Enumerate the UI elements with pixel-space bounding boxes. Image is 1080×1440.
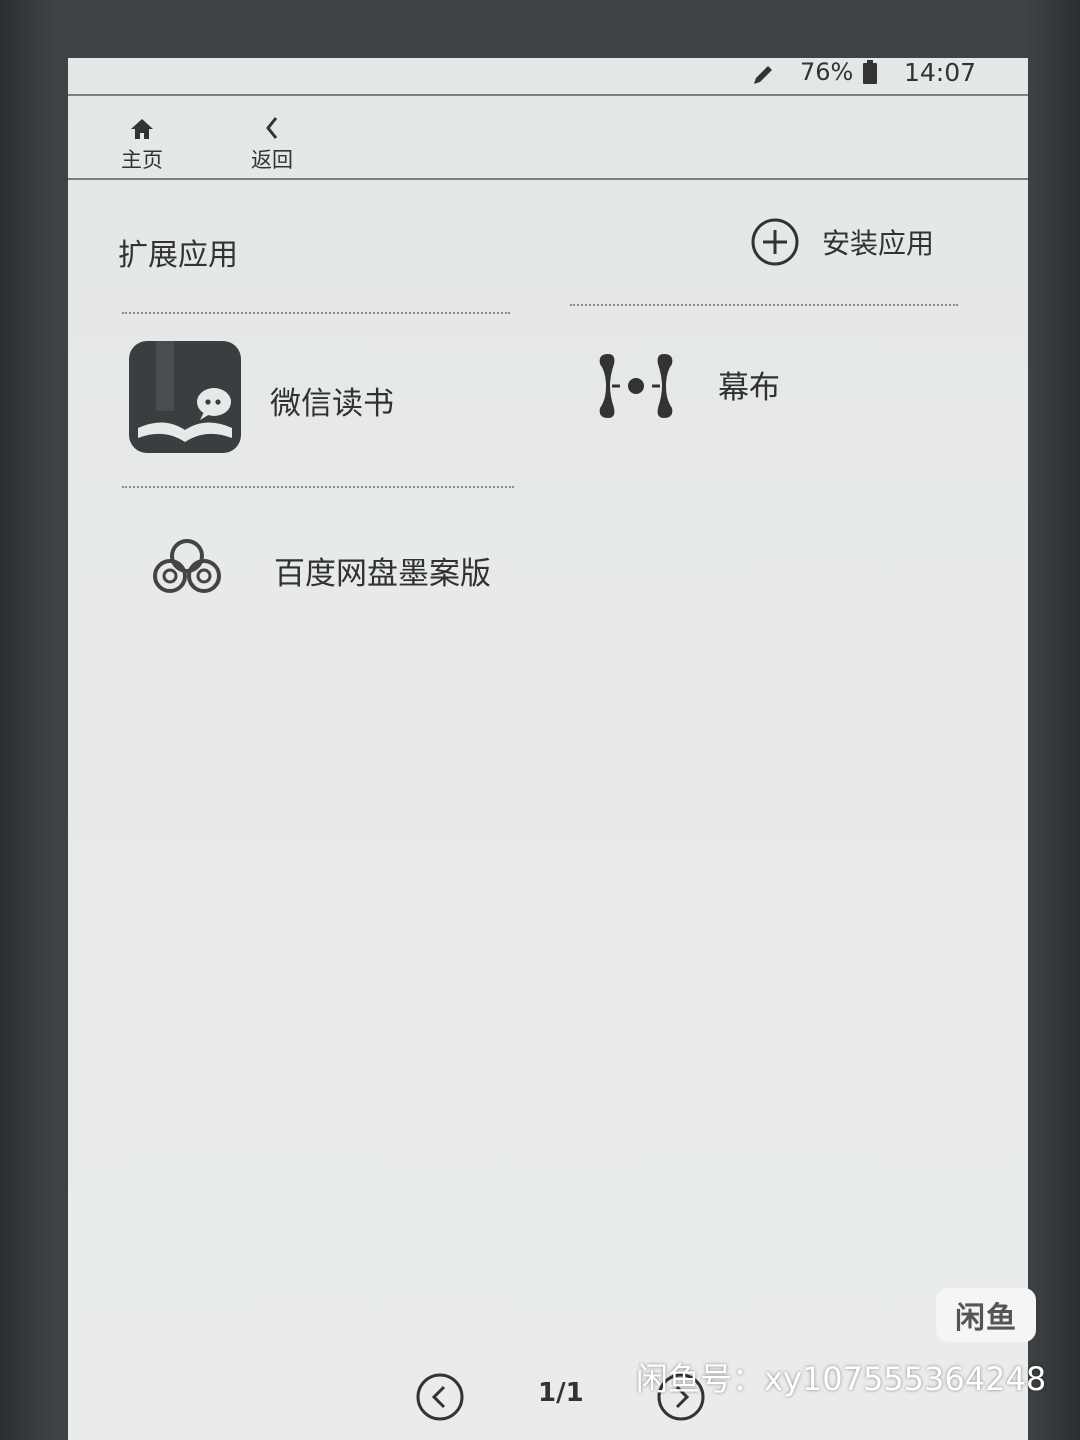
watermark-text: 闲鱼号：xy107555364248 [636, 1360, 1047, 1398]
status-divider [68, 94, 1028, 96]
app-name: 微信读书 [270, 385, 394, 422]
home-icon [131, 119, 153, 139]
status-bar: 76% 14:07 [68, 58, 1028, 98]
divider [122, 312, 510, 314]
nav-divider [68, 178, 1028, 180]
battery-percent: 76% [800, 58, 854, 86]
install-app-label: 安装应用 [822, 227, 935, 260]
chevron-left-circle-icon[interactable] [415, 1372, 465, 1422]
xianyu-logo: 闲鱼 [936, 1288, 1036, 1342]
divider [122, 486, 514, 488]
back-label: 返回 [251, 148, 293, 172]
home-button[interactable]: 主页 [102, 116, 182, 174]
wechat-read-icon [129, 341, 241, 453]
pencil-icon[interactable] [750, 62, 776, 88]
install-app-button[interactable]: 安装应用 [750, 216, 934, 268]
app-tile-wechat-read[interactable]: 微信读书 [128, 340, 394, 454]
app-tile-baidu-netdisk[interactable]: 百度网盘墨案版 [150, 536, 491, 598]
mubu-icon [599, 354, 673, 418]
eink-screen: 76% 14:07 主页 返回 扩展应用 安装应用 微信读书 幕布 百度网盘墨案… [68, 58, 1028, 1440]
battery-icon [863, 60, 877, 84]
home-label: 主页 [121, 148, 163, 172]
app-name: 幕布 [718, 369, 780, 406]
page-indicator: 1/1 [538, 1378, 584, 1408]
section-title: 扩展应用 [118, 238, 238, 273]
baidu-netdisk-icon [153, 539, 221, 593]
clock: 14:07 [904, 58, 977, 87]
chevron-left-icon [266, 117, 278, 139]
app-tile-mubu[interactable]: 幕布 [596, 350, 780, 422]
plus-circle-icon [751, 218, 799, 266]
app-name: 百度网盘墨案版 [274, 555, 491, 592]
back-button[interactable]: 返回 [232, 114, 312, 174]
divider [570, 304, 958, 306]
